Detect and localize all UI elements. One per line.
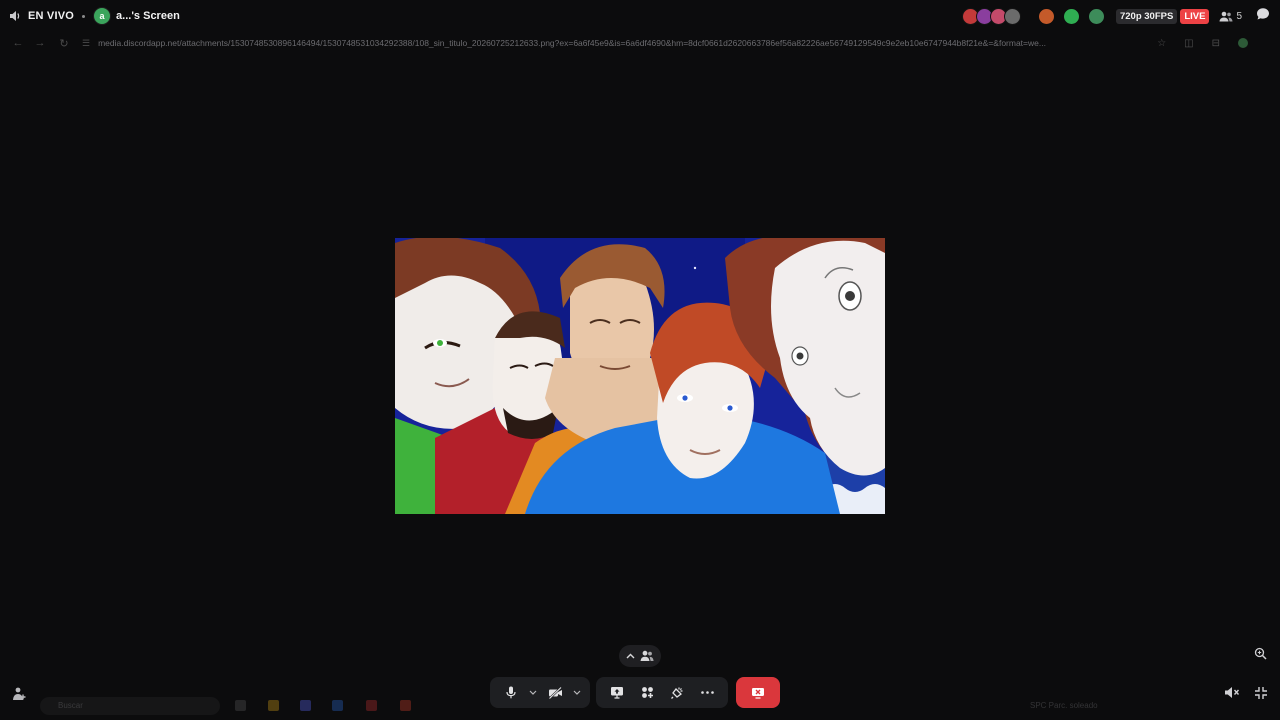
people-icon: [640, 650, 654, 661]
stop-stream-icon: [752, 687, 764, 699]
live-badge: LIVE: [1180, 8, 1210, 24]
shared-screen-image: [395, 238, 885, 514]
stream-volume-mute-icon[interactable]: [1224, 686, 1240, 704]
viewer-count[interactable]: 5: [1219, 11, 1242, 22]
browser-profile-avatar: [1238, 38, 1248, 48]
audio-video-controls: [490, 677, 590, 708]
activities-button[interactable]: [632, 677, 662, 708]
call-controls: [490, 677, 780, 708]
taskbar-weather: SPC Parc. soleado: [1030, 701, 1098, 710]
more-icon: [700, 691, 714, 694]
chevron-up-icon: [626, 653, 635, 659]
camera-off-icon: [548, 686, 562, 699]
address-bar-url: media.discordapp.net/attachments/1530748…: [98, 38, 1046, 48]
taskbar-app-icon: [268, 700, 279, 711]
microphone-button[interactable]: [496, 677, 526, 708]
more-options-button[interactable]: [692, 677, 722, 708]
app-activity-icon[interactable]: [1063, 8, 1079, 24]
app-activity-icon[interactable]: [1088, 8, 1104, 24]
extensions-icon: ◫: [1184, 37, 1194, 49]
viewer-avatar[interactable]: [1003, 7, 1021, 25]
taskbar-app-icon: [400, 700, 411, 711]
forward-arrow-icon: →: [34, 37, 46, 49]
shared-browser-toolbar: ← → ↻ ☰ media.discordapp.net/attachments…: [0, 32, 1280, 54]
microphone-icon: [506, 686, 516, 699]
downloads-icon: ⊟: [1211, 37, 1220, 49]
streamer-avatar[interactable]: a: [93, 7, 112, 25]
live-indicator: EN VIVO a a...'s Screen: [9, 7, 180, 25]
activities-icon: [641, 687, 653, 698]
chevron-down-icon: [573, 690, 581, 695]
activity-settings-icon[interactable]: [11, 686, 27, 707]
microphone-options-button[interactable]: [526, 677, 540, 708]
zoom-icon[interactable]: [1254, 647, 1267, 665]
chevron-down-icon: [529, 690, 537, 695]
taskbar-app-icon: [332, 700, 343, 711]
viewer-avatars[interactable]: [961, 7, 1021, 25]
show-members-toggle[interactable]: [619, 645, 661, 667]
stream-title: a...'s Screen: [116, 10, 180, 22]
stream-header: EN VIVO a a...'s Screen 720p 30FPS LIVE …: [0, 0, 1280, 32]
soundboard-icon: [671, 687, 683, 699]
live-label: EN VIVO: [28, 10, 75, 22]
soundboard-button[interactable]: [662, 677, 692, 708]
share-activity-controls: [596, 677, 728, 708]
fullscreen-exit-icon[interactable]: [1254, 686, 1268, 705]
camera-options-button[interactable]: [570, 677, 584, 708]
screen-share-button[interactable]: [602, 677, 632, 708]
app-activity-icon[interactable]: [1038, 8, 1054, 24]
bookmark-star-icon: ☆: [1157, 37, 1167, 49]
separator-dot: [82, 14, 86, 18]
taskbar-app-icon: [300, 700, 311, 711]
viewer-count-number: 5: [1236, 10, 1242, 22]
chat-bubble-icon[interactable]: [1256, 7, 1270, 26]
people-icon: [1219, 11, 1233, 21]
taskbar-app-icon: [235, 700, 246, 711]
camera-button[interactable]: [540, 677, 570, 708]
speaker-icon[interactable]: [9, 10, 22, 22]
site-info-icon: ☰: [82, 37, 91, 48]
quality-badge: 720p 30FPS: [1115, 8, 1178, 24]
screen-share-icon: [611, 687, 623, 699]
taskbar-app-icon: [366, 700, 377, 711]
taskbar-search: Buscar: [40, 697, 220, 715]
stream-header-right: 720p 30FPS LIVE 5: [961, 0, 1270, 32]
stop-stream-button[interactable]: [736, 677, 780, 708]
back-arrow-icon: ←: [12, 37, 24, 49]
reload-icon: ↻: [59, 37, 69, 50]
browser-actions: ☆ ◫ ⊟: [1139, 32, 1248, 54]
